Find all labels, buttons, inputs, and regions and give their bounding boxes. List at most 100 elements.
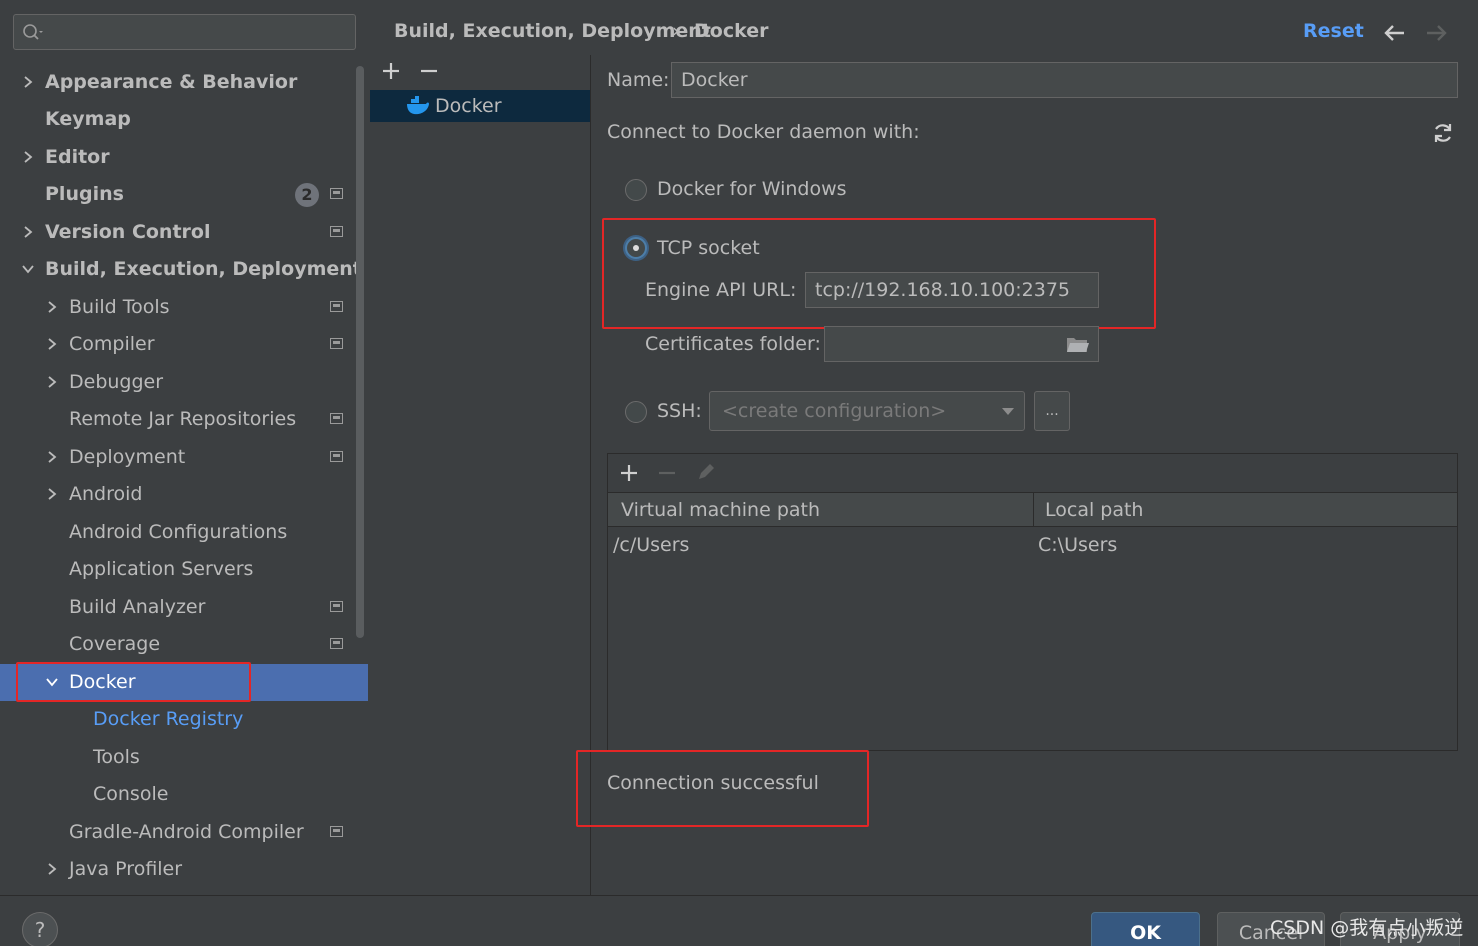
engine-api-url-field[interactable]: tcp://192.168.10.100:2375 xyxy=(805,272,1099,308)
chevron-right-icon[interactable] xyxy=(22,226,34,238)
sidebar-item-label: Java Profiler xyxy=(69,858,183,880)
table-row[interactable]: /c/Users C:\Users xyxy=(608,528,1457,562)
connect-label: Connect to Docker daemon with: xyxy=(607,121,920,143)
certificates-folder-label: Certificates folder: xyxy=(645,333,821,355)
sidebar-item-compiler[interactable]: Compiler xyxy=(0,326,368,363)
chevron-right-icon[interactable] xyxy=(46,451,58,463)
chevron-down-icon xyxy=(1002,408,1014,415)
refresh-icon[interactable] xyxy=(1431,122,1455,144)
help-button[interactable]: ? xyxy=(22,912,58,946)
ssh-label[interactable]: SSH: xyxy=(657,400,702,422)
ssh-configuration-dropdown[interactable]: <create configuration> xyxy=(709,391,1025,431)
add-mapping-icon[interactable] xyxy=(618,462,640,484)
sidebar-scrollbar[interactable] xyxy=(356,66,364,638)
reset-link[interactable]: Reset xyxy=(1303,20,1364,42)
settings-search-input[interactable] xyxy=(13,14,356,50)
docker-config-list-panel xyxy=(370,55,591,895)
remove-icon[interactable] xyxy=(418,60,440,82)
sidebar-item-version-control[interactable]: Version Control xyxy=(0,214,368,251)
sidebar-item-editor[interactable]: Editor xyxy=(0,139,368,176)
sidebar-item-coverage[interactable]: Coverage xyxy=(0,626,368,663)
chevron-right-icon[interactable] xyxy=(46,376,58,388)
folder-icon[interactable] xyxy=(1066,335,1090,355)
local-path-cell: C:\Users xyxy=(1038,534,1118,556)
engine-api-url-label: Engine API URL: xyxy=(645,279,797,301)
sidebar-item-label: Compiler xyxy=(69,333,155,355)
sidebar-item-label: Coverage xyxy=(69,633,161,655)
sidebar-item-label: Gradle-Android Compiler xyxy=(69,821,304,843)
search-icon xyxy=(23,24,43,40)
name-label: Name: xyxy=(607,69,670,91)
mappings-toolbar xyxy=(608,454,1457,492)
docker-for-windows-radio[interactable] xyxy=(625,179,647,201)
project-level-icon xyxy=(330,638,343,649)
ok-button[interactable]: OK xyxy=(1091,912,1200,946)
sidebar-item-label: Appearance & Behavior xyxy=(45,71,298,93)
sidebar-item-application-servers[interactable]: Application Servers xyxy=(0,551,368,588)
project-level-icon xyxy=(330,188,343,199)
project-level-icon xyxy=(330,301,343,312)
project-level-icon xyxy=(330,601,343,612)
sidebar-item-debugger[interactable]: Debugger xyxy=(0,364,368,401)
chevron-right-icon[interactable] xyxy=(46,488,58,500)
docker-config-item[interactable]: Docker xyxy=(370,90,590,122)
sidebar-item-tools[interactable]: Tools xyxy=(0,739,368,776)
tcp-socket-radio[interactable] xyxy=(625,237,647,259)
sidebar-item-remote-jar-repositories[interactable]: Remote Jar Repositories xyxy=(0,401,368,438)
sidebar-item-android[interactable]: Android xyxy=(0,476,368,513)
ssh-radio[interactable] xyxy=(625,401,647,423)
sidebar-item-label: Remote Jar Repositories xyxy=(69,408,297,430)
settings-sidebar: Appearance & Behavior Keymap Editor Plugins… xyxy=(0,0,368,895)
chevron-right-icon[interactable] xyxy=(46,301,58,313)
project-level-icon xyxy=(330,338,343,349)
project-level-icon xyxy=(330,226,343,237)
sidebar-item-label: Docker Registry xyxy=(93,708,244,730)
sidebar-item-label: Build Analyzer xyxy=(69,596,206,618)
breadcrumb-separator: › xyxy=(672,20,680,42)
sidebar-item-docker-registry[interactable]: Docker Registry xyxy=(0,701,368,738)
docker-for-windows-label[interactable]: Docker for Windows xyxy=(657,178,847,200)
docker-whale-icon xyxy=(407,96,429,115)
sidebar-item-build-analyzer[interactable]: Build Analyzer xyxy=(0,589,368,626)
sidebar-item-deployment[interactable]: Deployment xyxy=(0,439,368,476)
breadcrumb-current: Docker xyxy=(694,20,769,42)
chevron-down-icon[interactable] xyxy=(46,676,58,688)
chevron-right-icon[interactable] xyxy=(46,863,58,875)
tcp-socket-label[interactable]: TCP socket xyxy=(657,237,760,259)
breadcrumb-parent[interactable]: Build, Execution, Deployment xyxy=(394,20,711,42)
sidebar-item-build-tools[interactable]: Build Tools xyxy=(0,289,368,326)
column-header-vm-path[interactable]: Virtual machine path xyxy=(621,499,820,521)
column-divider xyxy=(1033,492,1034,527)
sidebar-item-console[interactable]: Console xyxy=(0,776,368,813)
sidebar-item-java-profiler[interactable]: Java Profiler xyxy=(0,851,368,888)
sidebar-item-label: Application Servers xyxy=(69,558,254,580)
name-field[interactable]: Docker xyxy=(671,62,1458,98)
sidebar-item-label: Version Control xyxy=(45,221,211,243)
sidebar-item-docker[interactable]: Docker xyxy=(0,664,368,701)
sidebar-item-label: Android xyxy=(69,483,143,505)
sidebar-item-android-configurations[interactable]: Android Configurations xyxy=(0,514,368,551)
remove-mapping-icon[interactable] xyxy=(656,462,678,484)
sidebar-item-appearance-behavior[interactable]: Appearance & Behavior xyxy=(0,64,368,101)
chevron-down-icon[interactable] xyxy=(22,263,34,275)
certificates-folder-field[interactable] xyxy=(824,326,1099,362)
sidebar-item-plugins[interactable]: Plugins 2 xyxy=(0,176,368,213)
sidebar-item-gradle-android-compiler[interactable]: Gradle-Android Compiler xyxy=(0,814,368,851)
vm-path-cell: /c/Users xyxy=(613,534,690,556)
add-icon[interactable] xyxy=(380,60,402,82)
sidebar-item-label: Keymap xyxy=(45,108,131,130)
forward-arrow-icon[interactable] xyxy=(1424,22,1448,44)
chevron-right-icon[interactable] xyxy=(22,151,34,163)
edit-mapping-icon[interactable] xyxy=(695,461,717,483)
connection-status: Connection successful xyxy=(607,772,819,794)
sidebar-item-keymap[interactable]: Keymap xyxy=(0,101,368,138)
column-header-local-path[interactable]: Local path xyxy=(1045,499,1143,521)
plugins-update-badge: 2 xyxy=(295,183,319,207)
watermark: CSDN @我有点小叛逆 xyxy=(1270,917,1464,939)
back-arrow-icon[interactable] xyxy=(1383,22,1407,44)
sidebar-item-label: Build Tools xyxy=(69,296,170,318)
chevron-right-icon[interactable] xyxy=(22,76,34,88)
ssh-more-button[interactable]: ... xyxy=(1034,391,1070,431)
sidebar-item-build-execution-deployment[interactable]: Build, Execution, Deployment xyxy=(0,251,368,288)
chevron-right-icon[interactable] xyxy=(46,338,58,350)
